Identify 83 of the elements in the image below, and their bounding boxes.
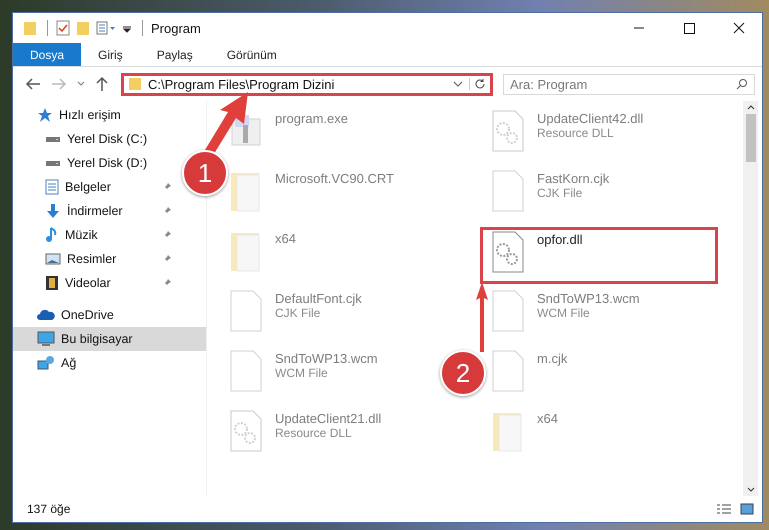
gear-file-icon: [229, 409, 263, 453]
blank-file-icon: [491, 289, 525, 333]
sidebar-item[interactable]: Resimler: [13, 247, 178, 271]
film-icon: [45, 275, 59, 291]
blank-file-icon: [491, 349, 525, 393]
search-icon: [736, 78, 748, 90]
file-name[interactable]: DefaultFont.cjk: [275, 291, 362, 306]
sidebar-label: İndirmeler: [67, 204, 123, 218]
sidebar-item[interactable]: Yerel Disk (D:): [13, 151, 178, 175]
sidebar-label: Videolar: [65, 276, 111, 290]
sidebar-item[interactable]: Videolar: [13, 271, 178, 295]
file-type: WCM File: [537, 306, 591, 320]
pointer-arrow: [476, 282, 488, 352]
drive-icon: [45, 136, 61, 142]
details-view-icon[interactable]: [716, 503, 732, 515]
window-title: Program: [151, 20, 201, 36]
ribbon-tab[interactable]: Paylaş: [140, 43, 210, 66]
file-name[interactable]: Microsoft.VC90.CRT: [275, 171, 394, 186]
monitor-icon: [37, 331, 55, 347]
file-name[interactable]: SndToWP13.wcm: [537, 291, 640, 306]
sidebar-label: Ağ: [61, 356, 76, 370]
address-bar[interactable]: C:\Program Files\Program Dizini: [121, 72, 493, 96]
sidebar-label: Hızlı erişim: [59, 108, 121, 122]
document-icon: [45, 179, 59, 195]
file-name[interactable]: FastKorn.cjk: [537, 171, 610, 186]
checklist-icon[interactable]: [56, 20, 70, 36]
ribbon-tab[interactable]: Giriş: [81, 43, 140, 66]
sidebar-item[interactable]: OneDrive: [13, 303, 178, 327]
file-name[interactable]: SndToWP13.wcm: [275, 351, 378, 366]
search-field[interactable]: Ara: Program: [503, 74, 755, 94]
drive-icon: [45, 160, 61, 166]
sidebar-item[interactable]: Ağ: [13, 351, 178, 375]
cloud-icon: [37, 309, 55, 321]
file-name[interactable]: UpdateClient42.dll: [537, 111, 644, 126]
sidebar-item[interactable]: Bu bilgisayar: [13, 327, 206, 351]
ribbon-tab[interactable]: Dosya: [13, 43, 82, 66]
item-count: 137 öğe: [27, 502, 70, 516]
picture-icon: [45, 252, 61, 266]
download-arrow-icon: [45, 203, 61, 219]
file-type: Resource DLL: [275, 426, 353, 440]
highlighted-file-item[interactable]: opfor.dll: [480, 227, 718, 284]
sidebar-item[interactable]: Belgeler: [13, 175, 178, 199]
up-arrow-icon[interactable]: [95, 76, 109, 92]
chevron-up-icon[interactable]: [746, 105, 754, 110]
network-icon: [37, 355, 55, 371]
star-icon: [37, 107, 53, 123]
scrollbar-thumb[interactable]: [746, 114, 756, 162]
sidebar-item[interactable]: Müzik: [13, 223, 178, 247]
file-type: WCM File: [275, 366, 329, 380]
file-name[interactable]: x64: [537, 411, 558, 426]
sidebar-label: Yerel Disk (D:): [67, 156, 148, 170]
address-path: C:\Program Files\Program Dizini: [148, 76, 334, 92]
chevron-down-icon[interactable]: [746, 487, 754, 492]
chevron-down-icon[interactable]: [453, 81, 463, 87]
sidebar-label: Bu bilgisayar: [61, 332, 133, 346]
music-note-icon: [45, 227, 59, 243]
blank-file-icon: [229, 289, 263, 333]
ribbon-tab[interactable]: Görünüm: [210, 43, 294, 66]
file-type: Resource DLL: [537, 126, 615, 140]
file-type: CJK File: [275, 306, 322, 320]
sidebar-label: OneDrive: [61, 308, 114, 322]
file-name[interactable]: UpdateClient21.dll: [275, 411, 382, 426]
sidebar-label: Müzik: [65, 228, 98, 242]
blank-file-icon: [229, 349, 263, 393]
properties-icon[interactable]: [96, 20, 116, 36]
gear-file-icon: [491, 230, 525, 274]
file-name[interactable]: program.exe: [275, 111, 348, 126]
file-name[interactable]: m.cjk: [537, 351, 568, 366]
file-type: CJK File: [537, 186, 584, 200]
thumbnail-view-icon[interactable]: [740, 503, 754, 515]
file-name[interactable]: opfor.dll: [537, 232, 583, 247]
gear-file-icon: [491, 109, 525, 153]
sidebar-label: Resimler: [67, 252, 116, 266]
blank-file-icon: [491, 169, 525, 213]
sidebar-item[interactable]: Hızlı erişim: [13, 103, 178, 127]
sidebar-label: Belgeler: [65, 180, 111, 194]
sidebar-item[interactable]: Yerel Disk (C:): [13, 127, 178, 151]
sidebar-label: Yerel Disk (C:): [67, 132, 148, 146]
folder-icon: [128, 77, 142, 91]
back-arrow-icon[interactable]: [25, 77, 41, 91]
sidebar-item[interactable]: İndirmeler: [13, 199, 178, 223]
file-name[interactable]: x64: [275, 231, 296, 246]
scrollbar[interactable]: [743, 101, 758, 496]
